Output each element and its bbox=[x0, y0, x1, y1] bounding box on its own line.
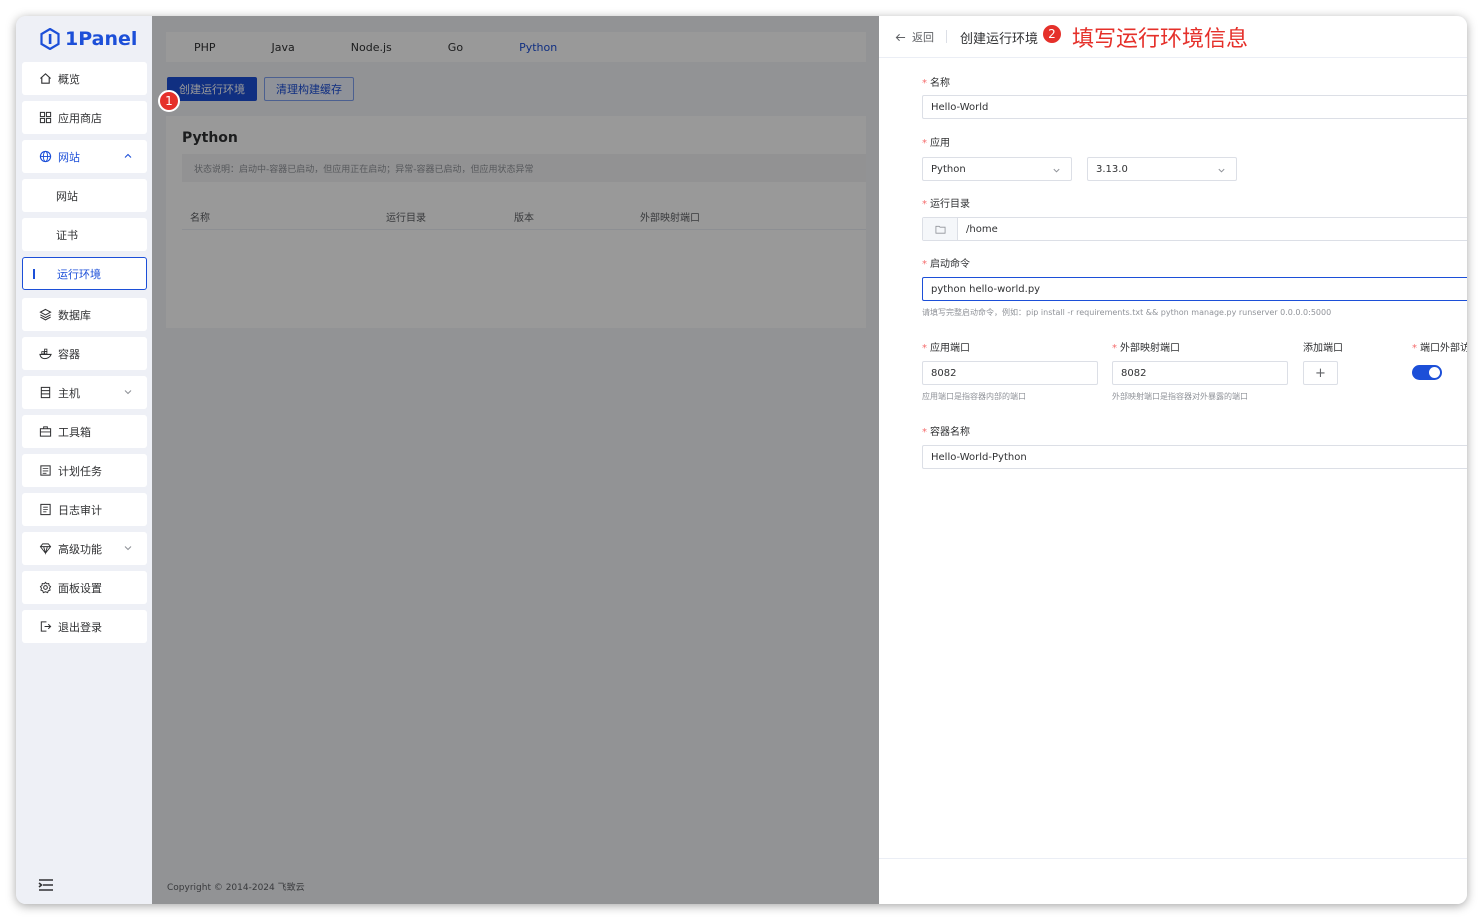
sidebar-item-label: 主机 bbox=[58, 386, 80, 400]
chevron-down-icon bbox=[124, 546, 132, 551]
folder-button[interactable] bbox=[923, 218, 958, 240]
logo[interactable]: 1Panel bbox=[40, 26, 137, 52]
globe-icon bbox=[38, 150, 52, 164]
app-port-hint: 应用端口是指容器内部的端口 bbox=[922, 392, 1026, 401]
sidebar-item-advanced[interactable]: 高级功能 bbox=[22, 532, 147, 565]
step-badge-2: 2 bbox=[1041, 23, 1063, 45]
sidebar-item-overview[interactable]: 概览 bbox=[22, 62, 147, 95]
home-icon bbox=[38, 72, 52, 86]
sidebar-item-logs[interactable]: 日志审计 bbox=[22, 493, 147, 526]
grid-icon bbox=[38, 111, 52, 125]
sidebar-item-logout[interactable]: 退出登录 bbox=[22, 610, 147, 643]
annotation-text: 填写运行环境信息 bbox=[1072, 27, 1249, 52]
collapse-menu-icon[interactable] bbox=[38, 878, 54, 892]
sidebar-item-label: 容器 bbox=[58, 347, 80, 361]
sidebar-item-label: 运行环境 bbox=[57, 267, 101, 281]
logo-icon bbox=[40, 28, 60, 50]
sidebar: 1Panel 概览 应用商店 网站 网站 证书 运行环境 数据库 容器 主机 工… bbox=[16, 16, 152, 904]
cmd-label: * 启动命令 bbox=[922, 259, 970, 270]
sidebar-item-label: 网站 bbox=[58, 150, 80, 164]
chevron-up-icon bbox=[124, 153, 132, 158]
gear-icon bbox=[38, 581, 52, 595]
sidebar-item-runtime[interactable]: 运行环境 bbox=[22, 257, 147, 290]
sidebar-item-label: 日志审计 bbox=[58, 503, 102, 517]
external-access-label: *端口外部访问 bbox=[1412, 343, 1467, 354]
container-name-input[interactable]: Hello-World-Python bbox=[922, 445, 1467, 469]
sidebar-item-label: 工具箱 bbox=[58, 425, 91, 439]
layers-icon bbox=[38, 308, 52, 322]
external-access-toggle[interactable] bbox=[1412, 365, 1442, 380]
sidebar-item-website[interactable]: 网站 bbox=[22, 179, 147, 212]
ext-port-label: * 外部映射端口 bbox=[1112, 343, 1180, 354]
drawer-title: 创建运行环境 bbox=[960, 32, 1039, 47]
container-icon bbox=[38, 347, 52, 361]
command-hint: 请填写完整启动命令，例如：pip install -r requirements… bbox=[922, 308, 1332, 317]
back-button[interactable]: 返回 bbox=[895, 29, 934, 45]
sidebar-item-containers[interactable]: 容器 bbox=[22, 337, 147, 370]
app-port-input[interactable]: 8082 bbox=[922, 361, 1098, 385]
container-name-label: * 容器名称 bbox=[922, 427, 970, 438]
logo-text: 1Panel bbox=[65, 28, 138, 50]
command-input[interactable]: python hello-world.py bbox=[922, 277, 1467, 301]
arrow-left-icon bbox=[895, 33, 906, 41]
toolbox-icon bbox=[38, 425, 52, 439]
sidebar-item-settings[interactable]: 面板设置 bbox=[22, 571, 147, 604]
add-port-button[interactable]: + bbox=[1303, 361, 1338, 385]
step-badge-1: 1 bbox=[158, 90, 180, 112]
add-port-label: 添加端口 bbox=[1303, 343, 1343, 354]
main-content: PHP Java Node.js Go Python 创建运行环境 清理构建缓存… bbox=[152, 16, 1467, 904]
modal-overlay[interactable] bbox=[152, 16, 879, 904]
sidebar-menu: 概览 应用商店 网站 网站 证书 运行环境 数据库 容器 主机 工具箱 计划任务… bbox=[22, 62, 147, 649]
name-label: * 名称 bbox=[922, 78, 950, 89]
server-icon bbox=[38, 386, 52, 400]
chevron-down-icon bbox=[1053, 168, 1060, 173]
calendar-icon bbox=[38, 464, 52, 478]
log-icon bbox=[38, 503, 52, 517]
sidebar-item-toolbox[interactable]: 工具箱 bbox=[22, 415, 147, 448]
header-divider bbox=[946, 30, 947, 43]
sidebar-item-host[interactable]: 主机 bbox=[22, 376, 147, 409]
app-select[interactable]: Python bbox=[922, 157, 1072, 181]
ext-port-hint: 外部映射端口是指容器对外暴露的端口 bbox=[1112, 392, 1248, 401]
sidebar-item-label: 应用商店 bbox=[58, 111, 102, 125]
sidebar-item-label: 证书 bbox=[56, 228, 78, 242]
sidebar-item-label: 数据库 bbox=[58, 308, 91, 322]
plus-icon: + bbox=[1315, 365, 1326, 381]
sidebar-item-label: 网站 bbox=[56, 189, 78, 203]
logout-icon bbox=[38, 620, 52, 634]
sidebar-item-database[interactable]: 数据库 bbox=[22, 298, 147, 331]
diamond-icon bbox=[38, 542, 52, 556]
folder-icon bbox=[935, 225, 945, 234]
app-label: * 应用 bbox=[922, 138, 950, 149]
app-window: 1Panel 概览 应用商店 网站 网站 证书 运行环境 数据库 容器 主机 工… bbox=[16, 16, 1467, 904]
dir-input[interactable]: /home bbox=[922, 217, 1467, 241]
sidebar-item-label: 高级功能 bbox=[58, 542, 102, 556]
name-input[interactable]: Hello-World bbox=[922, 95, 1467, 119]
chevron-down-icon bbox=[124, 390, 132, 395]
sidebar-item-label: 概览 bbox=[58, 72, 80, 86]
sidebar-item-label: 退出登录 bbox=[58, 620, 102, 634]
sidebar-item-certificate[interactable]: 证书 bbox=[22, 218, 147, 251]
dir-label: * 运行目录 bbox=[922, 199, 970, 210]
drawer-footer: 取消 确认 bbox=[879, 858, 1467, 904]
ext-port-input[interactable]: 8082 bbox=[1112, 361, 1288, 385]
sidebar-item-cron[interactable]: 计划任务 bbox=[22, 454, 147, 487]
sidebar-item-websites[interactable]: 网站 bbox=[22, 140, 147, 173]
sidebar-item-appstore[interactable]: 应用商店 bbox=[22, 101, 147, 134]
back-label: 返回 bbox=[912, 31, 934, 44]
version-select[interactable]: 3.13.0 bbox=[1087, 157, 1237, 181]
chevron-down-icon bbox=[1218, 168, 1225, 173]
sidebar-item-label: 面板设置 bbox=[58, 581, 102, 595]
drawer-header: 返回 创建运行环境 2 填写运行环境信息 bbox=[879, 16, 1467, 58]
create-runtime-drawer: 返回 创建运行环境 2 填写运行环境信息 * 名称 Hello-World * 应用… bbox=[879, 16, 1467, 904]
sidebar-item-label: 计划任务 bbox=[58, 464, 102, 478]
app-port-label: * 应用端口 bbox=[922, 343, 970, 354]
